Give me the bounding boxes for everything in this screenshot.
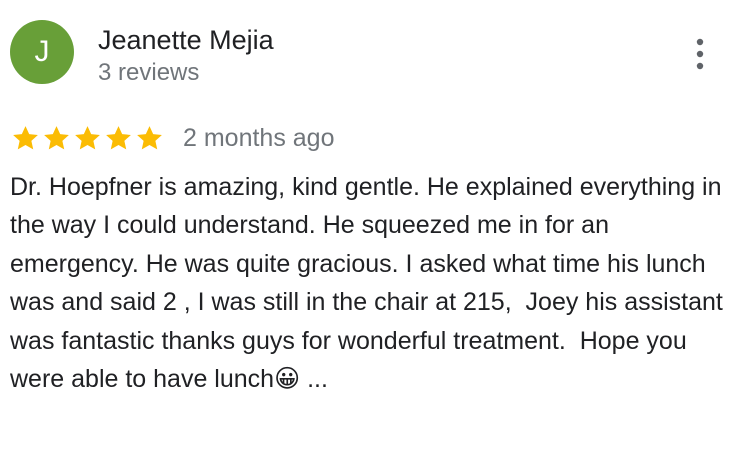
star-icon bbox=[106, 126, 131, 150]
rating-row: 2 months ago bbox=[10, 118, 335, 158]
review-header: J Jeanette Mejia 3 reviews bbox=[10, 20, 740, 86]
star-rating bbox=[10, 123, 165, 153]
reviewer-review-count[interactable]: 3 reviews bbox=[98, 58, 199, 88]
star-icon bbox=[44, 126, 69, 150]
more-options-button[interactable] bbox=[690, 36, 710, 72]
expand-review-link[interactable]: ... bbox=[300, 365, 328, 393]
avatar[interactable]: J bbox=[10, 20, 74, 84]
review-date: 2 months ago bbox=[183, 124, 335, 152]
review-body: Dr. Hoepfner is amazing, kind gentle. He… bbox=[10, 173, 730, 394]
avatar-initial: J bbox=[34, 35, 50, 68]
star-icon bbox=[13, 126, 38, 150]
review-card: J Jeanette Mejia 3 reviews 2 months ago … bbox=[0, 0, 740, 472]
star-icon bbox=[75, 126, 100, 150]
reviewer-name[interactable]: Jeanette Mejia bbox=[98, 24, 274, 56]
star-icon bbox=[137, 126, 162, 150]
more-vert-icon bbox=[696, 38, 704, 70]
review-text: Dr. Hoepfner is amazing, kind gentle. He… bbox=[10, 168, 725, 398]
